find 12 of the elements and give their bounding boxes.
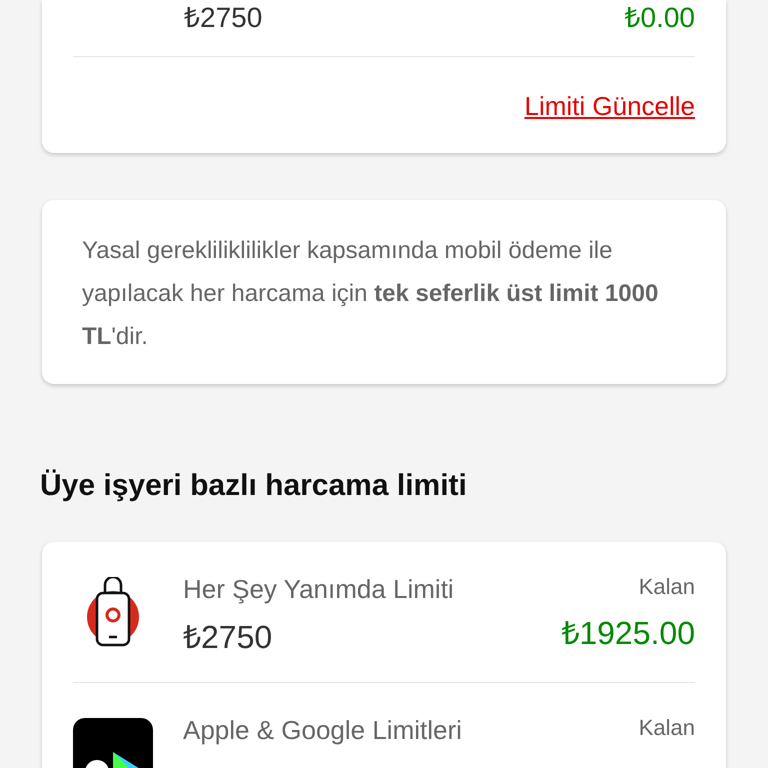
- update-limit-link[interactable]: Limiti Güncelle: [524, 89, 695, 123]
- limit-amount: ₺2750: [183, 618, 274, 656]
- limit-title: Apple & Google Limitleri: [183, 714, 462, 747]
- limit-amount: ₺2750: [184, 2, 262, 34]
- remaining-label: Kalan: [638, 714, 695, 742]
- remaining-label: Kalan: [638, 573, 695, 601]
- section-title: Üye işyeri bazlı harcama limiti: [40, 468, 468, 504]
- remaining-amount: ₺1925.00: [561, 614, 695, 652]
- limit-title: Her Şey Yanımda Limiti: [183, 573, 454, 606]
- remaining-amount: ₺0.00: [624, 2, 695, 34]
- info-text: Yasal gerekliliklilikler kapsamında mobil ödeme ile yapılacak her harcama için tek seferlik üst limit 1000 TL'dir.: [82, 236, 660, 352]
- shopping-bag-icon: [85, 577, 141, 647]
